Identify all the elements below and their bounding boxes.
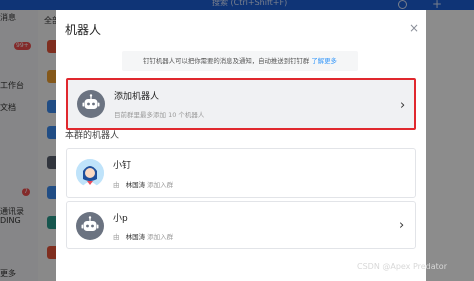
by-text: 由	[113, 181, 120, 189]
add-robot-limit: 目前群里最多添加 10 个机器人	[114, 111, 205, 119]
learn-more-link[interactable]: 了解更多	[311, 57, 337, 65]
robot-name: 小p	[113, 214, 128, 224]
robot-owner: 林国涛	[125, 233, 146, 241]
chevron-right-icon: ›	[400, 98, 406, 113]
by-text: 由	[113, 233, 120, 241]
robot-added-by: 由 林国涛 添加入群	[113, 179, 173, 189]
added-text: 添加入群	[147, 233, 174, 241]
robot-dialog: 机器人 × 钉钉机器人可以把你需要的消息及通知，自动推送到钉钉群 了解更多 添加…	[56, 10, 426, 281]
added-text: 添加入群	[147, 181, 174, 189]
add-robot-title: 添加机器人	[114, 92, 160, 102]
add-robot-card[interactable]: 添加机器人 目前群里最多添加 10 个机器人 ›	[66, 78, 416, 130]
notice-text: 钉钉机器人可以把你需要的消息及通知，自动推送到钉钉群	[143, 57, 310, 65]
robot-card-xiaop[interactable]: 小p 由 林国涛 添加入群 ›	[66, 201, 416, 249]
close-icon[interactable]: ×	[408, 22, 420, 34]
robot-avatar	[76, 159, 104, 187]
robot-added-by: 由 林国涛 添加入群	[113, 231, 173, 241]
dialog-title: 机器人	[65, 23, 102, 37]
robot-notice: 钉钉机器人可以把你需要的消息及通知，自动推送到钉钉群 了解更多	[122, 51, 358, 71]
robot-icon	[76, 212, 104, 240]
robot-card-xiaoding[interactable]: 小钉 由 林国涛 添加入群	[66, 148, 416, 198]
robot-name: 小钉	[113, 161, 132, 171]
section-title: 本群的机器人	[65, 131, 120, 141]
watermark: CSDN @Apex Predator	[357, 262, 447, 271]
robot-icon	[77, 90, 105, 118]
robot-owner: 林国涛	[125, 181, 146, 189]
chevron-right-icon: ›	[399, 218, 405, 233]
